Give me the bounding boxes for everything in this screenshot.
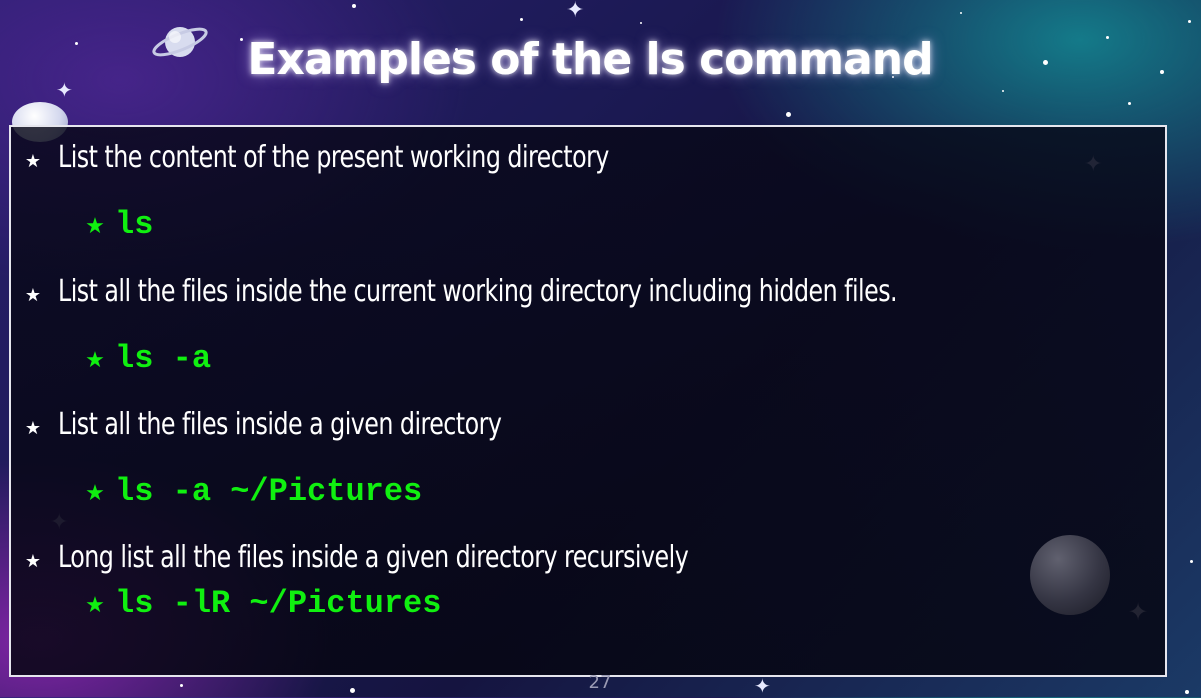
background-star xyxy=(786,112,791,117)
background-star xyxy=(350,688,355,693)
command-text: ls xyxy=(115,206,154,243)
background-star xyxy=(1190,560,1193,563)
command-star-icon: ★ xyxy=(85,593,105,618)
bullet-item: ★ List the content of the present workin… xyxy=(8,140,684,175)
background-star xyxy=(180,684,183,687)
command-star-icon: ★ xyxy=(85,348,105,373)
bullet-star-icon: ★ xyxy=(24,285,42,306)
bullet-star-icon: ★ xyxy=(24,151,42,172)
bullet-star-icon: ★ xyxy=(24,418,42,439)
command-star-icon: ★ xyxy=(85,214,105,239)
sparkle-icon: ✦ xyxy=(566,0,585,23)
slide-title: Examples of the ls command xyxy=(247,34,933,85)
background-star xyxy=(1185,690,1189,694)
bullet-text: List all the files inside the current wo… xyxy=(58,274,898,309)
command-text: ls -a xyxy=(115,340,212,377)
command-item: ★ ls -lR ~/Pictures xyxy=(75,585,441,622)
background-star xyxy=(1128,102,1131,105)
background-star xyxy=(1188,20,1191,23)
background-star xyxy=(640,22,642,24)
command-item: ★ ls -a ~/Pictures xyxy=(75,473,422,510)
command-text: ls -a ~/Pictures xyxy=(115,473,423,510)
command-item: ★ ls xyxy=(75,206,153,243)
background-star xyxy=(520,18,523,21)
bullet-item: ★ Long list all the files inside a given… xyxy=(8,540,774,575)
bullet-star-icon: ★ xyxy=(24,551,42,572)
command-star-icon: ★ xyxy=(85,481,105,506)
bullet-text: Long list all the files inside a given d… xyxy=(58,540,689,575)
background-star xyxy=(352,4,356,8)
background-star xyxy=(960,12,962,14)
dark-planet-icon xyxy=(1030,535,1110,615)
bullet-item: ★ List all the files inside a given dire… xyxy=(8,407,562,442)
page-number: 27 xyxy=(588,672,612,693)
sparkle-icon: ✦ xyxy=(754,674,771,698)
command-text: ls -lR ~/Pictures xyxy=(115,585,442,622)
background-star xyxy=(1002,90,1004,92)
bullet-text: List the content of the present working … xyxy=(58,140,609,175)
bullet-item: ★ List all the files inside the current … xyxy=(8,274,1012,309)
command-item: ★ ls -a xyxy=(75,340,211,377)
bullet-text: List all the files inside a given direct… xyxy=(58,407,502,442)
